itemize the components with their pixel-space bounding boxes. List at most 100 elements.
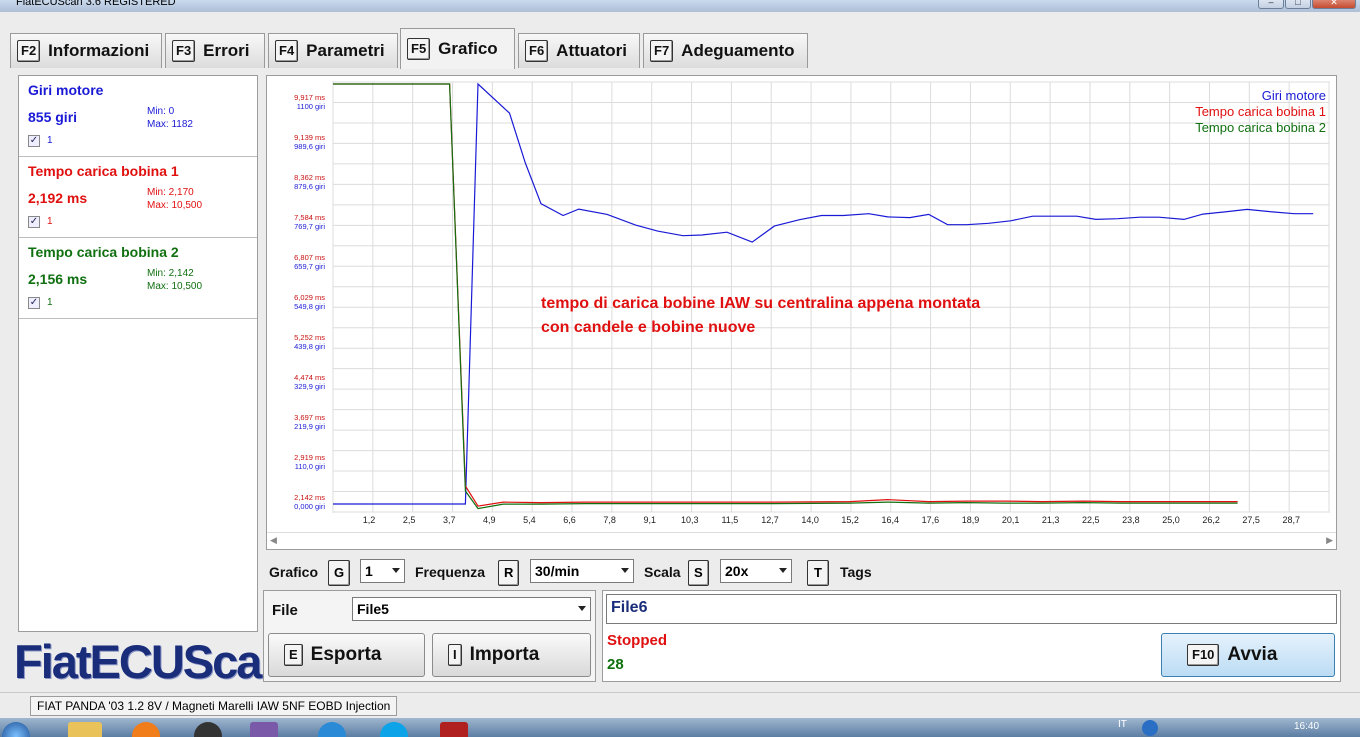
sensor-name: Giri motore <box>28 82 104 98</box>
chevron-down-icon <box>779 568 787 573</box>
y-tick-label-ms: 8,362 ms <box>294 173 325 182</box>
y-tick-label-ms: 6,807 ms <box>294 253 325 262</box>
sensor-value: 2,156 ms <box>28 271 88 287</box>
frequenza-select[interactable]: 30/min <box>530 559 634 583</box>
sensor-checkbox[interactable]: ✓ <box>28 216 40 228</box>
sensor-graph-index: 1 <box>47 135 53 146</box>
sensor-item: Tempo carica bobina 1 2,192 ms Min: 2,17… <box>19 157 257 238</box>
start-button[interactable]: F10 Avvia <box>1161 633 1335 677</box>
start-label: Avvia <box>1227 644 1278 665</box>
export-label: Esporta <box>310 644 382 665</box>
x-tick-label: 22,5 <box>1082 515 1100 525</box>
tab-informazioni[interactable]: F2 Informazioni <box>10 33 162 68</box>
import-key: I <box>448 644 462 666</box>
tab-key: F5 <box>407 38 431 60</box>
chevron-down-icon <box>392 568 400 573</box>
clock: 16:40 <box>1294 721 1320 732</box>
app-logo: FiatECUScan <box>14 635 289 688</box>
info-icon[interactable] <box>1142 720 1158 736</box>
log-file-name: File6 <box>611 599 648 616</box>
import-button[interactable]: I Importa <box>432 633 591 677</box>
sensor-item: Giri motore 855 giri Min: 0 Max: 1182 ✓ 1 <box>19 76 257 157</box>
frequenza-key[interactable]: R <box>498 560 520 586</box>
x-tick-label: 21,3 <box>1042 515 1060 525</box>
folder-icon[interactable] <box>68 722 102 737</box>
tab-adeguamento[interactable]: F7 Adeguamento <box>643 33 808 68</box>
y-tick-label-rpm: 439,8 giri <box>294 342 325 351</box>
tab-grafico[interactable]: F5 Grafico <box>400 28 515 69</box>
file-select[interactable]: File5 <box>352 597 591 621</box>
graph-panel: 2,142 ms 0,000 giri 2,919 ms 110,0 giri 3,69… <box>266 75 1337 550</box>
y-tick-label-rpm: 989,6 giri <box>294 142 325 151</box>
sensor-checkbox[interactable]: ✓ <box>28 297 40 309</box>
sensor-min: Min: 2,170 <box>147 187 194 198</box>
run-panel: File6 Stopped 28 F10 Avvia <box>602 590 1341 682</box>
x-tick-label: 14,0 <box>801 515 819 525</box>
x-tick-label: 26,2 <box>1202 515 1220 525</box>
x-tick-label: 10,3 <box>681 515 699 525</box>
tab-errori[interactable]: F3 Errori <box>165 33 265 68</box>
horizontal-scrollbar[interactable]: ◀ ▶ <box>267 532 1336 548</box>
y-tick-label-ms: 6,029 ms <box>294 293 325 302</box>
legend-entry: Tempo carica bobina 1 <box>1195 104 1326 119</box>
import-label: Importa <box>469 644 540 665</box>
fiatecuscan-icon[interactable] <box>440 722 468 737</box>
export-key: E <box>284 644 303 666</box>
minimize-button[interactable]: – <box>1258 0 1284 9</box>
sensor-checkbox[interactable]: ✓ <box>28 135 40 147</box>
y-tick-label-rpm: 769,7 giri <box>294 222 325 231</box>
sensor-min: Min: 0 <box>147 106 175 117</box>
scala-key[interactable]: S <box>688 560 709 586</box>
hp-icon[interactable] <box>194 722 222 737</box>
y-tick-label-rpm: 549,8 giri <box>294 302 325 311</box>
log-file-name-field[interactable]: File6 <box>606 594 1337 624</box>
sensor-min: Min: 2,142 <box>147 268 194 279</box>
frequenza-value: 30/min <box>535 563 580 579</box>
title-bar: FiatECUScan 3.6 REGISTERED – □ ✕ <box>0 0 1360 12</box>
grafico-select[interactable]: 1 <box>360 559 405 583</box>
export-button[interactable]: E Esporta <box>268 633 425 677</box>
tab-key: F2 <box>17 40 41 62</box>
scroll-left-icon[interactable]: ◀ <box>270 535 277 546</box>
browser-icon[interactable] <box>318 722 346 737</box>
sensor-max: Max: 10,500 <box>147 281 203 292</box>
tab-label: Grafico <box>438 39 498 58</box>
sensor-list: Giri motore 855 giri Min: 0 Max: 1182 ✓ 1… <box>18 75 258 632</box>
y-tick-label-rpm: 1100 giri <box>297 102 326 111</box>
x-tick-label: 28,7 <box>1283 515 1301 525</box>
tab-key: F7 <box>650 40 674 62</box>
tags-key[interactable]: T <box>807 560 829 586</box>
line-chart: 2,142 ms0,000 giri 2,919 ms110,0 giri 3,69… <box>294 81 1330 525</box>
sensor-graph-index: 1 <box>47 297 53 308</box>
tab-attuatori[interactable]: F6 Attuatori <box>518 33 640 68</box>
tab-label: Attuatori <box>556 41 627 60</box>
start-key: F10 <box>1187 644 1220 666</box>
close-button[interactable]: ✕ <box>1312 0 1356 9</box>
file-panel: File File5 E Esporta I Importa <box>263 590 596 682</box>
x-tick-label: 27,5 <box>1242 515 1260 525</box>
start-orb-icon[interactable] <box>2 722 30 737</box>
grafico-key[interactable]: G <box>328 560 351 586</box>
app-icon[interactable] <box>250 722 278 737</box>
y-tick-label-ms: 3,697 ms <box>294 413 325 422</box>
language-indicator[interactable]: IT <box>1118 719 1127 730</box>
y-tick-label-ms: 2,142 ms <box>294 493 325 502</box>
x-tick-label: 6,6 <box>563 515 576 525</box>
scala-select[interactable]: 20x <box>720 559 792 583</box>
grafico-value: 1 <box>365 563 373 579</box>
x-tick-label: 1,2 <box>363 515 376 525</box>
media-player-icon[interactable] <box>132 722 160 737</box>
sensor-max: Max: 10,500 <box>147 200 203 211</box>
status-text: Stopped <box>607 632 667 649</box>
tab-parametri[interactable]: F4 Parametri <box>268 33 398 68</box>
vehicle-info: FIAT PANDA '03 1.2 8V / Magneti Marelli … <box>30 696 398 716</box>
x-tick-label: 16,4 <box>882 515 900 525</box>
scroll-right-icon[interactable]: ▶ <box>1326 535 1333 546</box>
x-tick-label: 7,8 <box>603 515 616 525</box>
tab-label: Errori <box>203 41 250 60</box>
x-tick-label: 11,5 <box>721 515 738 525</box>
skype-icon[interactable] <box>380 722 408 737</box>
sensor-max: Max: 1182 <box>147 119 193 130</box>
maximize-button[interactable]: □ <box>1285 0 1311 9</box>
sensor-value: 2,192 ms <box>28 190 88 206</box>
